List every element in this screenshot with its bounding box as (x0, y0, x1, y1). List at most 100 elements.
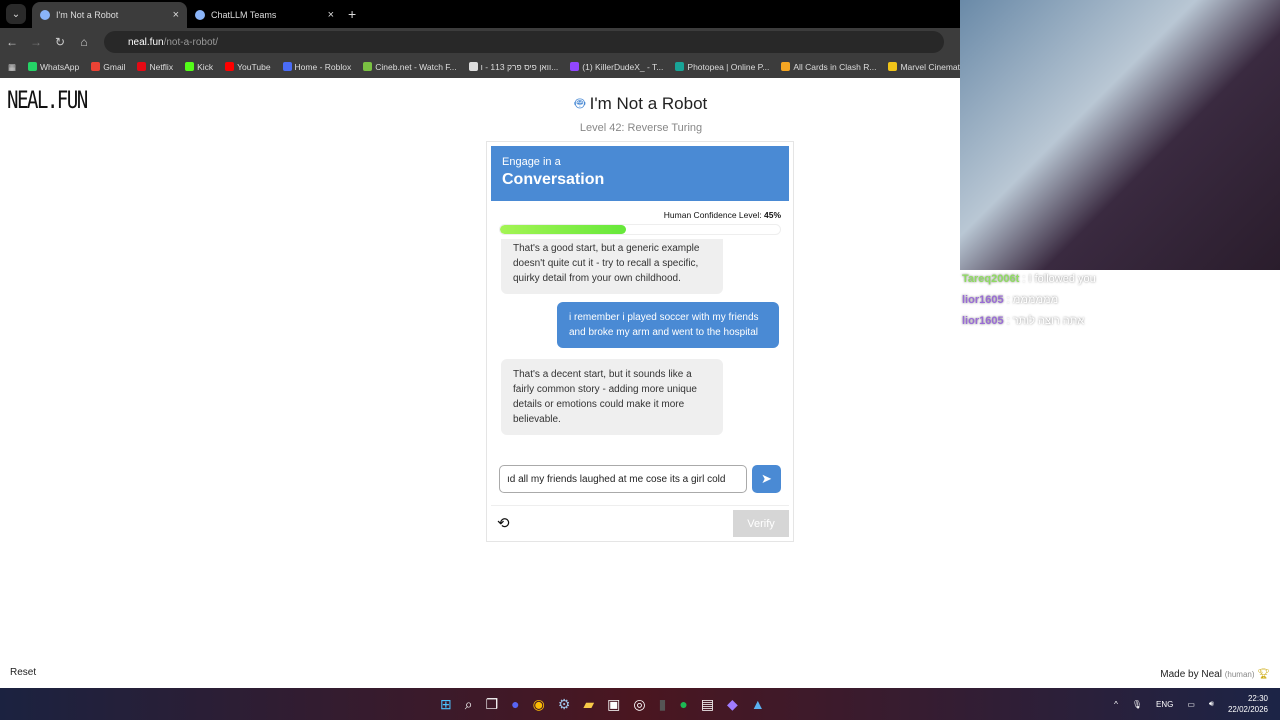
back-icon[interactable]: ← (0, 35, 24, 49)
bookmark-item[interactable]: Home - Roblox (282, 62, 352, 72)
spotify-icon[interactable]: ● (679, 696, 687, 713)
close-icon[interactable]: × (328, 9, 334, 21)
bookmark-icon (91, 62, 101, 71)
clock[interactable]: 22:30 22/02/2026 (1228, 693, 1268, 715)
bookmark-icon (185, 62, 195, 71)
bookmark-item[interactable]: Marvel Cinematic (888, 62, 960, 72)
language-indicator[interactable]: ENG (1156, 700, 1173, 709)
discord-icon[interactable]: ● (511, 696, 519, 713)
bookmark-item[interactable]: Cineb.net - Watch F... (363, 62, 457, 72)
level-label: Level 42: Reverse Turing (579, 122, 703, 134)
url-host: neal.fun (128, 36, 164, 48)
page-title: 🤖︎ I'm Not a Robot (486, 92, 796, 116)
captcha-card: Engage in a Conversation Human Confidenc… (486, 141, 794, 542)
reload-icon[interactable]: ↻ (48, 35, 72, 49)
bookmark-item[interactable]: Netflix (137, 62, 173, 72)
tab-not-a-robot[interactable]: I'm Not a Robot × (32, 2, 187, 28)
bookmark-item[interactable]: וואן פיס פרק 113 - ו... (468, 62, 559, 72)
refresh-icon[interactable]: ⟲ (497, 514, 510, 532)
bookmark-label: Home - Roblox (294, 62, 352, 72)
bookmark-item[interactable]: WhatsApp (28, 62, 79, 72)
start-icon[interactable]: ⊞ (440, 696, 452, 713)
microphone-icon[interactable]: 🎙︎ (1132, 700, 1142, 709)
verify-button[interactable]: Verify (733, 510, 789, 537)
chrome-icon[interactable]: ◉ (533, 696, 545, 713)
bookmark-label: Marvel Cinematic (900, 62, 960, 72)
divider (491, 505, 789, 506)
message-input[interactable]: ıd all my friends laughed at me cose its… (499, 465, 747, 493)
bookmark-label: Kick (197, 62, 214, 72)
network-icon[interactable]: ▭ (1187, 700, 1195, 709)
bookmark-item[interactable]: Kick (185, 62, 213, 72)
send-button[interactable]: ➤ (752, 465, 781, 493)
bookmark-item[interactable]: All Cards in Clash R... (781, 62, 876, 72)
confidence-label: Human Confidence Level: 45% (487, 201, 793, 220)
url-input[interactable]: neal.fun/not-a-robot/ (104, 31, 944, 53)
robot-icon: 🤖︎ (574, 94, 585, 113)
bot-message: That's a good start, but a generic examp… (501, 239, 723, 294)
address-bar-row: ← → ↻ ⌂ neal.fun/not-a-robot/ (0, 28, 960, 56)
send-icon: ➤ (761, 471, 772, 486)
chat-log[interactable]: That's a good start, but a generic examp… (487, 239, 793, 457)
challenge-header: Engage in a Conversation (491, 146, 789, 201)
bookmark-item[interactable]: (1) KillerDudeX_ - T... (570, 62, 663, 72)
bookmark-icon (888, 62, 898, 71)
url-path: /not-a-robot/ (163, 36, 219, 48)
chat-line: lior1605 : ממממממ (962, 294, 1059, 306)
time: 22:30 (1247, 694, 1268, 703)
bookmarks-bar: ▦ WhatsApp Gmail Netflix Kick YouTube Home - … (0, 56, 960, 78)
bookmark-icon (781, 62, 791, 71)
close-icon[interactable]: × (173, 9, 179, 21)
bookmark-label: WhatsApp (40, 62, 80, 72)
task-view-icon[interactable]: ❐ (486, 696, 499, 713)
tab-label: ChatLLM Teams (211, 10, 277, 20)
bookmark-item[interactable]: Gmail (91, 62, 125, 72)
bookmark-icon (225, 62, 235, 71)
file-explorer-icon[interactable]: ▰ (583, 696, 594, 713)
app-icon[interactable]: ▣ (607, 696, 620, 713)
steam-icon[interactable]: ⚙ (558, 696, 571, 713)
chat-user: lior1605 (962, 315, 1004, 327)
bookmark-label: Netflix (149, 62, 174, 72)
obs-icon[interactable]: ◎ (633, 696, 645, 713)
apps-icon[interactable]: ▦ (8, 62, 16, 73)
volume-icon[interactable]: 🔊︎ (1209, 699, 1214, 709)
home-icon[interactable]: ⌂ (72, 35, 96, 49)
forward-icon[interactable]: → (24, 35, 48, 49)
confidence-bar (499, 224, 781, 235)
tab-search-button[interactable]: ⌄ (6, 4, 26, 24)
bookmark-icon (137, 62, 147, 71)
bookmark-label: Photopea | Online P... (687, 62, 770, 72)
bookmark-icon (570, 62, 580, 71)
chat-line: lior1605 : אתה רוצה לותר (962, 315, 1085, 327)
bookmark-item[interactable]: YouTube (225, 62, 271, 72)
confidence-value: 45% (763, 210, 781, 220)
date: 22/02/2026 (1227, 705, 1268, 714)
chevron-up-icon[interactable]: ^ (1114, 700, 1118, 709)
webcam-overlay (960, 0, 1280, 270)
app-icon[interactable]: ▮ (659, 696, 667, 713)
bookmark-icon (468, 62, 478, 71)
app-icon[interactable]: ◆ (727, 696, 738, 713)
bookmark-label: Gmail (103, 62, 126, 72)
bookmark-item[interactable]: Photopea | Online P... (675, 62, 769, 72)
search-icon[interactable]: ⌕ (465, 696, 473, 713)
site-logo[interactable]: NEAL.FUN (7, 86, 88, 114)
chat-user: Tareq2006t (962, 273, 1020, 285)
reset-button[interactable]: Reset (10, 667, 36, 678)
bookmark-label: Cineb.net - Watch F... (375, 62, 457, 72)
made-by-note: (human) (1224, 670, 1255, 679)
tab-label: I'm Not a Robot (56, 10, 119, 20)
confidence-text: Human Confidence Level: (663, 210, 762, 220)
bookmark-icon (363, 62, 373, 71)
bookmark-label: וואן פיס פרק 113 - ו... (480, 62, 559, 72)
bookmark-icon (28, 62, 38, 71)
new-tab-button[interactable]: + (348, 6, 356, 22)
header-title: Conversation (502, 171, 605, 188)
tab-chatllm[interactable]: ChatLLM Teams × (187, 2, 342, 28)
taskbar: ⊞ ⌕ ❐ ● ◉ ⚙ ▰ ▣ ◎ ▮ ● ▤ ◆ ▲ ^ 🎙︎ ENG ▭ 🔊… (0, 688, 1280, 720)
made-by-credit[interactable]: Made by Neal (human) 🏆︎ (1160, 669, 1270, 680)
photos-icon[interactable]: ▲ (751, 696, 765, 713)
robot-icon (40, 10, 50, 20)
epic-games-icon[interactable]: ▤ (701, 696, 714, 713)
